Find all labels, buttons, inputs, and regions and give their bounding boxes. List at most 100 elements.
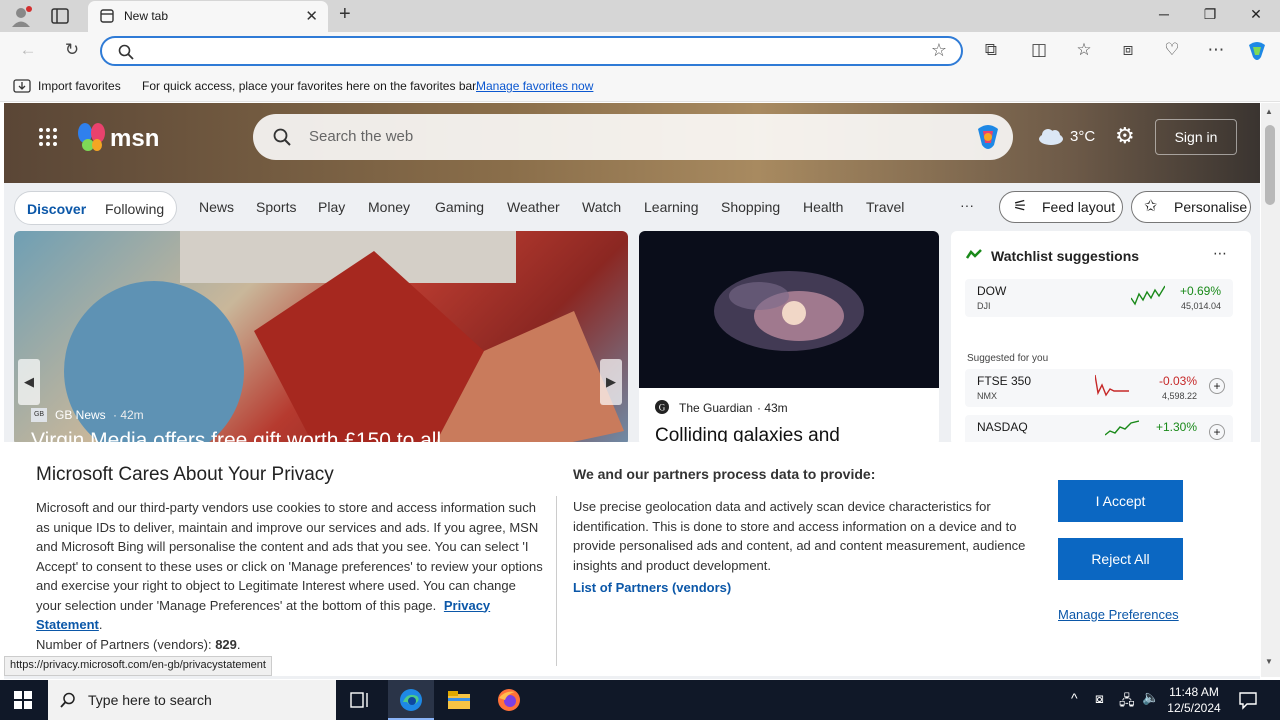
favorite-star-icon[interactable]: ☆ (931, 40, 947, 61)
weather-temperature[interactable]: 3°C (1070, 128, 1095, 145)
guardian-logo-icon: G (655, 400, 669, 414)
tab-following[interactable]: Following (105, 201, 164, 217)
category-shopping[interactable]: Shopping (721, 199, 780, 215)
galaxy-image (639, 231, 939, 388)
extensions-icon[interactable]: ⧉ (979, 40, 1003, 60)
profile-icon[interactable] (10, 5, 32, 27)
category-health[interactable]: Health (803, 199, 843, 215)
category-travel[interactable]: Travel (866, 199, 904, 215)
refresh-icon[interactable]: ↻ (60, 40, 84, 60)
import-favorites-button[interactable]: Import favorites (38, 79, 121, 93)
hero-article-image (64, 231, 624, 446)
address-input[interactable]: ☆ (100, 36, 963, 66)
add-stock-icon[interactable]: + (1209, 378, 1225, 394)
personalise-star-icon: ✩ (1144, 198, 1158, 215)
watchlist-title: Watchlist suggestions (991, 248, 1140, 264)
category-sports[interactable]: Sports (256, 199, 296, 215)
copilot-search-icon[interactable] (973, 123, 1003, 151)
category-news[interactable]: News (199, 199, 234, 215)
taskbar-search-input[interactable]: Type here to search (48, 680, 336, 720)
stock-price: 4,598.22 (1161, 391, 1197, 401)
back-arrow-icon[interactable]: ← (16, 40, 40, 60)
feed-layout-button[interactable]: ⚟ Feed layout (999, 191, 1123, 223)
guardian-age: · 43m (757, 401, 788, 415)
hero-source: GB News (55, 408, 106, 422)
sparkline-nasdaq (1105, 420, 1139, 436)
hero-article-card[interactable]: ◀ ▶ GB GB News · 42m Virgin Media offers… (14, 231, 628, 446)
firefox-icon[interactable] (497, 688, 521, 712)
watchlist-chart-icon (966, 249, 982, 259)
tray-chevron-up-icon[interactable]: ^ (1071, 690, 1078, 706)
personalise-button[interactable]: ✩ Personalise (1131, 191, 1251, 223)
address-bar-row: ← ↻ ☆ ⧉ ◫ ☆ ⧈ ♡ ⋯ (0, 32, 1280, 70)
manage-favorites-link[interactable]: Manage favorites now (476, 79, 593, 93)
privacy-body-text: Microsoft and our third-party vendors us… (36, 500, 543, 613)
windows-start-icon[interactable] (14, 691, 32, 709)
more-menu-icon[interactable]: ⋯ (1204, 40, 1228, 60)
file-explorer-icon[interactable] (447, 688, 471, 712)
list-of-partners-link[interactable]: List of Partners (vendors) (573, 580, 731, 595)
dialog-divider (556, 496, 557, 666)
category-play[interactable]: Play (318, 199, 345, 215)
notification-center-icon[interactable] (1238, 690, 1258, 710)
category-money[interactable]: Money (368, 199, 410, 215)
search-icon (118, 44, 134, 60)
sign-in-button[interactable]: Sign in (1155, 119, 1237, 155)
taskbar-clock[interactable]: 11:48 AM 12/5/2024 (1164, 684, 1224, 716)
add-stock-icon[interactable]: + (1209, 424, 1225, 440)
category-learning[interactable]: Learning (644, 199, 699, 215)
category-weather[interactable]: Weather (507, 199, 560, 215)
msn-header-background: msn Search the web 3°C ⚙ Sign in (4, 103, 1260, 183)
scroll-down-icon[interactable]: ▼ (1265, 657, 1273, 666)
tray-device-icon[interactable]: ⧇ (1095, 690, 1104, 707)
watchlist-card: Watchlist suggestions ⋯ DOW DJI +0.69% 4… (951, 231, 1251, 446)
apps-grid-icon[interactable] (38, 127, 58, 147)
scroll-thumb[interactable] (1265, 125, 1275, 205)
copilot-icon[interactable] (1245, 39, 1269, 63)
scroll-up-icon[interactable]: ▲ (1265, 107, 1273, 116)
window-close-icon[interactable]: ✕ (1233, 6, 1279, 23)
page-scrollbar[interactable]: ▲ ▼ (1261, 103, 1280, 677)
carousel-prev-icon[interactable]: ◀ (18, 359, 40, 405)
collections-icon[interactable]: ⧈ (1116, 40, 1140, 60)
taskbar-edge-button[interactable] (388, 680, 434, 720)
msn-search-placeholder: Search the web (309, 128, 414, 145)
settings-gear-icon[interactable]: ⚙ (1115, 123, 1135, 149)
category-watch[interactable]: Watch (582, 199, 621, 215)
browser-essentials-icon[interactable]: ♡ (1160, 40, 1184, 60)
carousel-next-icon[interactable]: ▶ (600, 359, 622, 405)
msn-search-input[interactable]: Search the web (253, 114, 1013, 160)
reject-all-button[interactable]: Reject All (1058, 538, 1183, 580)
msn-logo-text[interactable]: msn (110, 125, 159, 153)
watchlist-row-ftse[interactable]: FTSE 350 NMX -0.03% 4,598.22 + (965, 369, 1233, 407)
more-categories-icon[interactable]: ··· (960, 197, 974, 213)
msn-butterfly-logo-icon (78, 123, 105, 151)
stock-price: 45,014.04 (1180, 301, 1221, 311)
data-processing-title: We and our partners process data to prov… (573, 466, 876, 482)
article-card-guardian[interactable]: G The Guardian · 43m Colliding galaxies … (639, 231, 939, 446)
stock-change: +1.30% (1155, 420, 1197, 434)
import-favorites-icon (13, 79, 31, 93)
stock-change: +0.69% (1179, 284, 1221, 298)
watchlist-more-icon[interactable]: ⋯ (1213, 245, 1227, 262)
task-view-icon[interactable] (348, 688, 372, 712)
split-screen-icon[interactable]: ◫ (1027, 40, 1051, 60)
category-gaming[interactable]: Gaming (435, 199, 484, 215)
watchlist-row-dow[interactable]: DOW DJI +0.69% 45,014.04 (965, 279, 1233, 317)
gb-news-logo-icon: GB (31, 408, 47, 422)
sparkline-dow (1131, 285, 1165, 306)
manage-preferences-link[interactable]: Manage Preferences (1058, 607, 1179, 622)
close-tab-icon[interactable]: ✕ (305, 7, 318, 25)
minimize-icon[interactable]: ─ (1141, 6, 1187, 22)
weather-cloud-icon[interactable] (1038, 127, 1064, 145)
favorites-bar: Import favorites For quick access, place… (0, 70, 1280, 102)
tab-actions-icon[interactable] (51, 8, 69, 24)
accept-button[interactable]: I Accept (1058, 480, 1183, 522)
favorites-icon[interactable]: ☆ (1072, 40, 1096, 60)
network-icon[interactable]: 🖧 (1119, 690, 1135, 714)
restore-icon[interactable]: ❐ (1187, 6, 1233, 23)
volume-icon[interactable]: 🔈 (1142, 689, 1159, 706)
tab-new-tab[interactable]: New tab ✕ (88, 1, 328, 32)
tab-discover[interactable]: Discover (27, 201, 86, 217)
new-tab-plus-icon[interactable]: + (339, 3, 351, 26)
